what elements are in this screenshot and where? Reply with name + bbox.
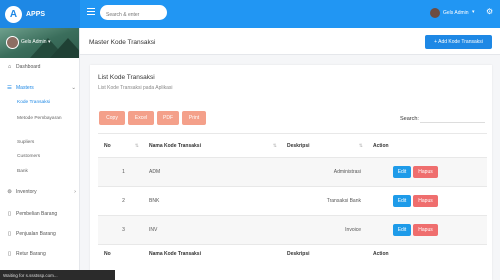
mountain-decoration [50,38,79,58]
gear-icon[interactable]: ⚙ [486,7,493,16]
document-icon: ▯ [7,251,12,257]
cell-action: Edit Hapus [367,157,487,187]
page-title: Master Kode Transaksi [89,39,156,46]
edit-button[interactable]: Edit [393,195,411,207]
table-footer-row: No Nama Kode Transaksi Deskripsi Action [98,244,487,263]
brand-logo: A [5,5,22,23]
document-icon: ▯ [7,231,12,237]
chevron-right-icon: › [74,189,76,195]
excel-button[interactable]: Excel [128,111,154,125]
cell-no: 3 [98,215,143,245]
sidebar-item-pembelian-barang[interactable]: ▯ Pembelian Barang [0,208,80,220]
pdf-button[interactable]: PDF [157,111,179,125]
sidebar-item-label: Pembelian Barang [16,211,58,217]
column-footer-no: No [98,244,143,263]
table-row: 1 ADM Administrasi Edit Hapus [98,157,487,187]
sidebar: Gels Admin ▾ ⌂ Dashboard ☰ Masters ⌄ Kod… [0,28,80,280]
hapus-button[interactable]: Hapus [413,195,438,207]
cell-deskripsi: Invoice [281,215,367,245]
inventory-icon: ⊚ [7,189,12,195]
sort-icon[interactable]: ⇅ [273,143,277,149]
browser-status-bar: Waiting for s.ssstssp.com... [0,270,115,280]
sidebar-subitem-supliers[interactable]: Supliers [17,139,34,147]
hapus-button[interactable]: Hapus [413,166,438,178]
sidebar-item-label: Inventory [16,189,37,195]
sidebar-item-label: Dashboard [16,64,41,70]
cell-deskripsi: Transaksi Bank [281,186,367,216]
cell-deskripsi: Administrasi [281,157,367,187]
cell-no: 2 [98,186,143,216]
brand[interactable]: A APPS [0,0,80,28]
column-footer-action: Action [367,244,487,263]
hapus-button[interactable]: Hapus [413,224,438,236]
sidebar-item-label: Masters [16,85,34,91]
cell-action: Edit Hapus [367,215,487,245]
column-header-nama[interactable]: Nama Kode Transaksi ⇅ [143,133,281,158]
cell-no: 1 [98,157,143,187]
copy-button[interactable]: Copy [99,111,125,125]
cell-action: Edit Hapus [367,186,487,216]
profile-name[interactable]: Gels Admin ▾ [21,39,50,45]
sort-icon[interactable]: ⇅ [359,143,363,149]
table-search-input[interactable] [420,113,485,123]
edit-button[interactable]: Edit [393,166,411,178]
document-icon: ▯ [7,211,12,217]
sidebar-item-masters[interactable]: ☰ Masters ⌄ [0,82,80,94]
cell-nama: ADM [143,157,281,187]
topbar: Gels Admin ▾ ⚙ [80,0,500,28]
sidebar-subitem-metode-pembayaran[interactable]: Metode Pembayaran [17,115,73,123]
card-subtitle: List Kode Transaksi pada Aplikasi [98,85,173,91]
column-header-no[interactable]: No ⇅ [98,133,143,158]
avatar[interactable] [430,8,440,18]
sidebar-subitem-customers[interactable]: Customers [17,153,40,161]
edit-button[interactable]: Edit [393,224,411,236]
column-header-deskripsi[interactable]: Deskripsi ⇅ [281,133,367,158]
sidebar-item-retur-barang[interactable]: ▯ Retur Barang [0,248,80,260]
sidebar-item-dashboard[interactable]: ⌂ Dashboard [0,61,80,73]
sidebar-subitem-kode-transaksi[interactable]: Kode Transaksi [17,99,50,107]
sidebar-subitem-bank[interactable]: Bank [17,168,28,176]
table-row: 3 INV Invoice Edit Hapus [98,215,487,245]
print-button[interactable]: Print [182,111,206,125]
hamburger-menu-icon[interactable] [87,8,95,15]
chevron-down-icon[interactable]: ▾ [472,9,475,15]
profile-card[interactable]: Gels Admin ▾ [0,28,79,58]
sidebar-item-label: Retur Barang [16,251,46,257]
sidebar-item-inventory[interactable]: ⊚ Inventory › [0,186,80,198]
table-header-row: No ⇅ Nama Kode Transaksi ⇅ Deskripsi ⇅ Acti… [98,133,487,158]
user-name[interactable]: Gels Admin [443,10,469,16]
search-input[interactable] [100,5,167,20]
sort-icon[interactable]: ⇅ [135,143,139,149]
add-kode-transaksi-button[interactable]: + Add Kode Transaksi [425,35,492,49]
kode-transaksi-table: No ⇅ Nama Kode Transaksi ⇅ Deskripsi ⇅ Acti… [98,133,487,263]
cell-nama: INV [143,215,281,245]
column-header-action: Action [367,133,487,158]
brand-name: APPS [26,10,46,18]
page-title-bar: Master Kode Transaksi + Add Kode Transak… [80,28,500,55]
table-search-label: Search: [400,116,419,122]
card-title: List Kode Transaksi [98,74,155,81]
column-footer-nama: Nama Kode Transaksi [143,244,281,263]
cell-nama: BNK [143,186,281,216]
chevron-down-icon: ⌄ [71,85,76,91]
sidebar-item-label: Penjualan Barang [16,231,56,237]
list-icon: ☰ [7,85,12,91]
table-row: 2 BNK Transaksi Bank Edit Hapus [98,186,487,216]
profile-avatar [6,36,19,49]
sidebar-item-penjualan-barang[interactable]: ▯ Penjualan Barang [0,228,80,240]
home-icon: ⌂ [7,64,12,70]
column-footer-deskripsi: Deskripsi [281,244,367,263]
list-card: List Kode Transaksi List Kode Transaksi … [90,65,492,280]
